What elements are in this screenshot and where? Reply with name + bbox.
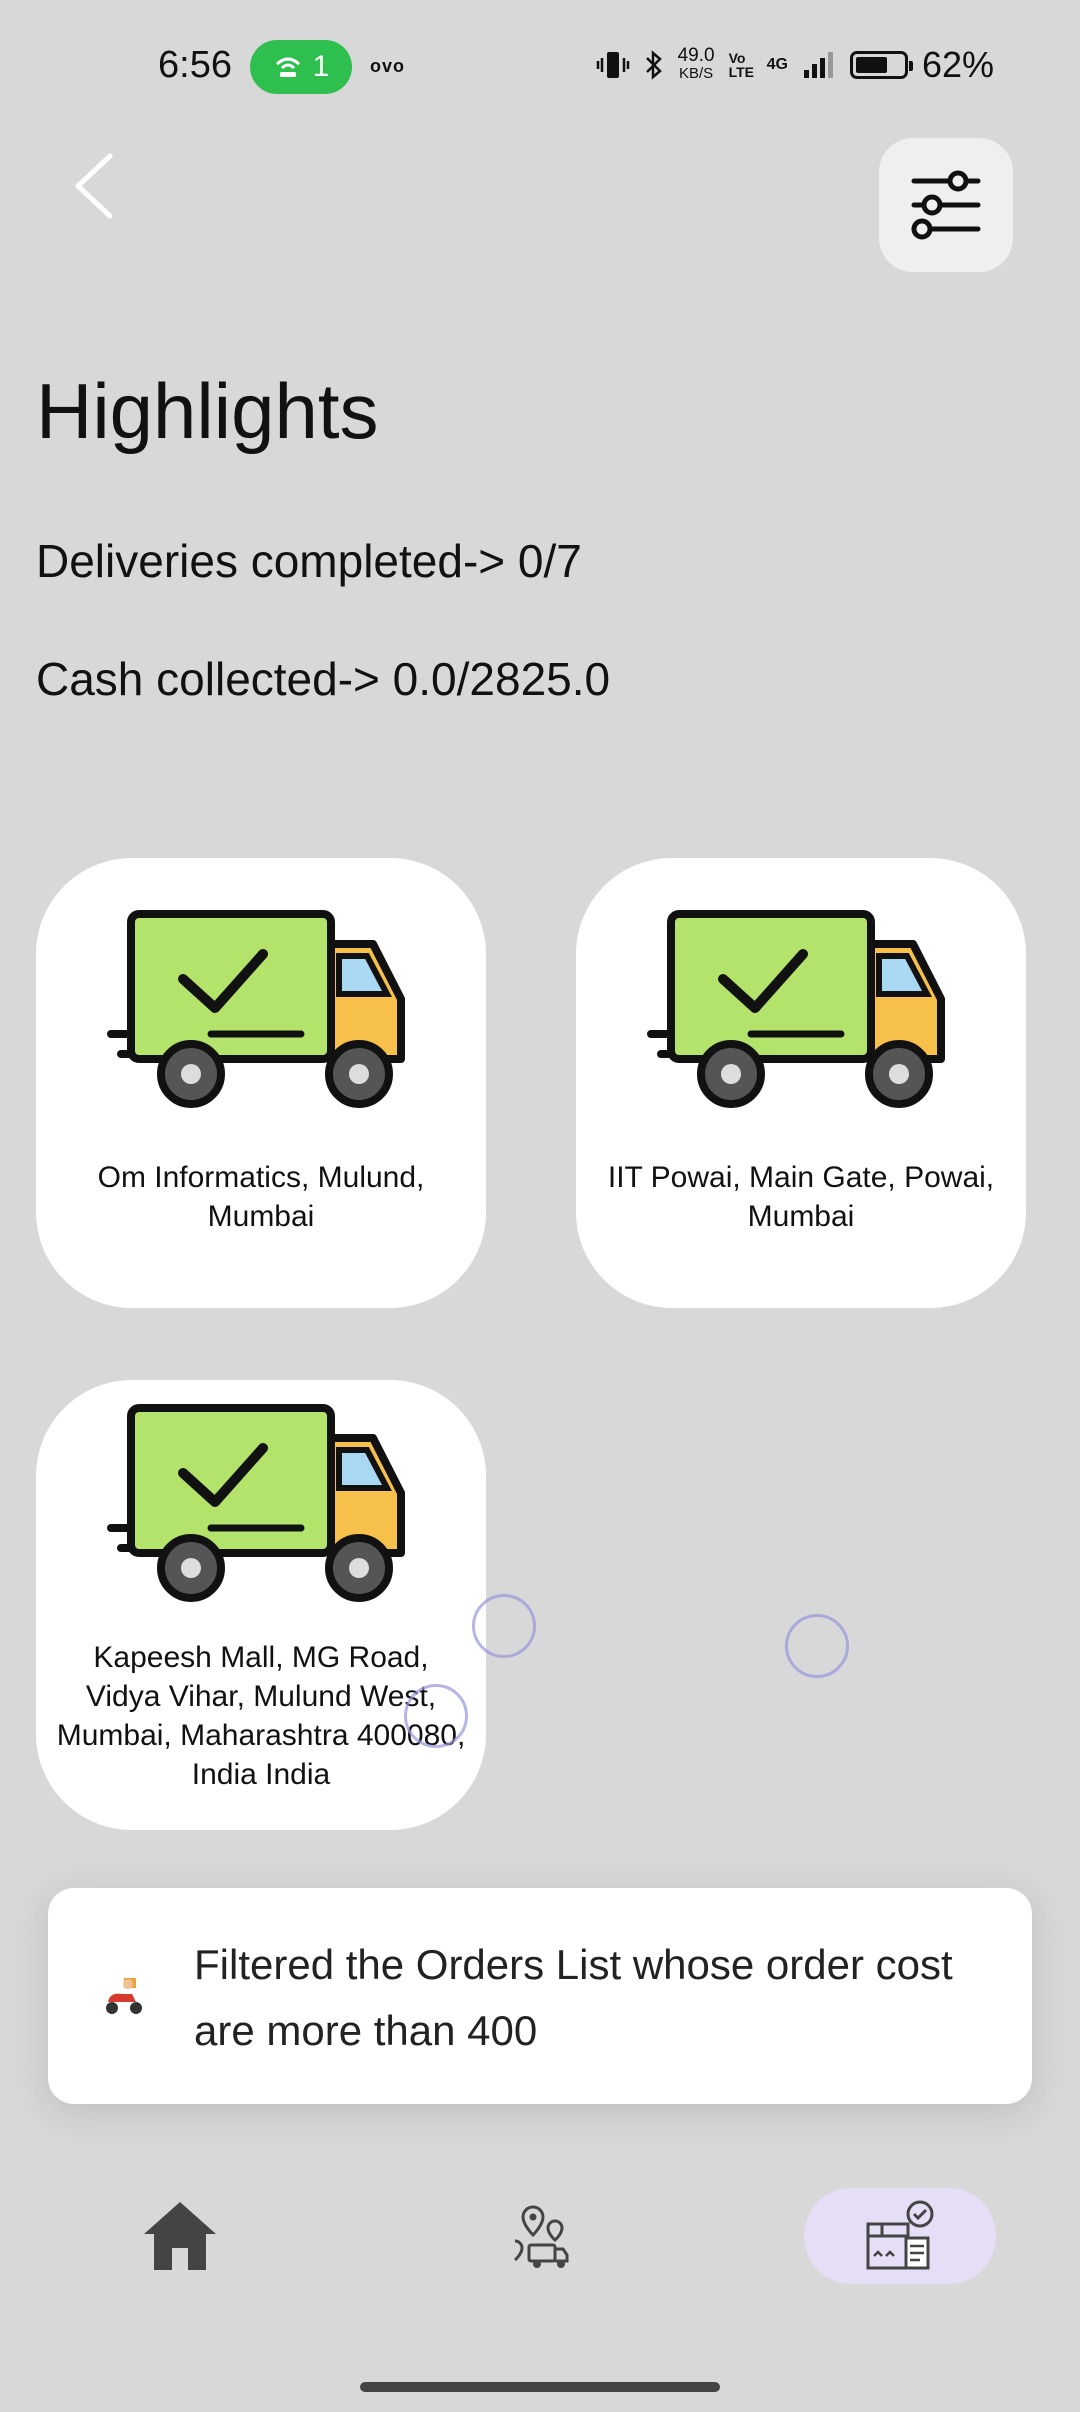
touch-indicator [404,1684,468,1748]
hotspot-icon [275,57,300,77]
delivery-card[interactable]: Kapeesh Mall, MG Road, Vidya Vihar, Mulu… [36,1380,486,1830]
toast-message: Filtered the Orders List whose order cos… [194,1941,953,2054]
status-time: 6:56 [158,44,232,86]
network-speed: 49.0 KB/S [677,45,715,83]
nav-home[interactable] [110,2188,250,2284]
delivery-address: IIT Powai, Main Gate, Powai, Mumbai [607,1161,995,1233]
nav-route-map[interactable] [470,2188,610,2284]
status-bar: 6:56 1 ovo 49.0 KB/S Vo LTE 4G 62% [0,0,1080,140]
speed-value: 49.0 [677,45,715,66]
touch-indicator [472,1594,536,1658]
vibrate-icon [596,52,629,78]
scooter-delivery-icon [106,1978,142,2014]
chevron-left-icon [75,153,113,219]
delivery-truck-check-icon [106,904,416,1114]
delivery-truck-check-icon [646,904,956,1114]
bluetooth-icon [645,50,662,80]
hotspot-count: 1 [312,50,330,83]
filter-button[interactable] [879,138,1013,272]
back-button[interactable] [62,140,124,230]
battery-icon [849,51,913,79]
home-icon [144,2202,216,2270]
carrier-label: ovo [370,56,406,76]
nav-delivered-orders[interactable] [804,2188,996,2284]
page-title: Highlights [36,367,379,455]
filter-toast: Filtered the Orders List whose order cos… [48,1888,1032,2104]
delivery-card[interactable]: IIT Powai, Main Gate, Powai, Mumbai [576,858,1026,1308]
route-map-icon [513,2205,569,2268]
deliveries-completed-stat: Deliveries completed-> 0/7 [36,535,582,587]
status-right-group: 49.0 KB/S Vo LTE 4G 62% [596,44,994,86]
delivery-card[interactable]: Om Informatics, Mulund, Mumbai [36,858,486,1308]
network-type: 4G [766,56,788,73]
volte-label: Vo LTE [728,50,754,80]
signal-icon [803,52,833,78]
touch-indicator [785,1614,849,1678]
delivery-address: Om Informatics, Mulund, Mumbai [97,1161,425,1233]
bottom-navigation [0,2160,1080,2320]
speed-unit: KB/S [679,65,714,82]
sliders-icon [911,170,981,240]
home-indicator-bar[interactable] [360,2382,720,2392]
delivered-orders-icon [866,2200,934,2270]
hotspot-indicator: 1 [250,40,352,94]
battery-percent: 62% [921,44,994,85]
cash-collected-stat: Cash collected-> 0.0/2825.0 [36,653,611,705]
delivery-truck-check-icon [106,1398,416,1608]
